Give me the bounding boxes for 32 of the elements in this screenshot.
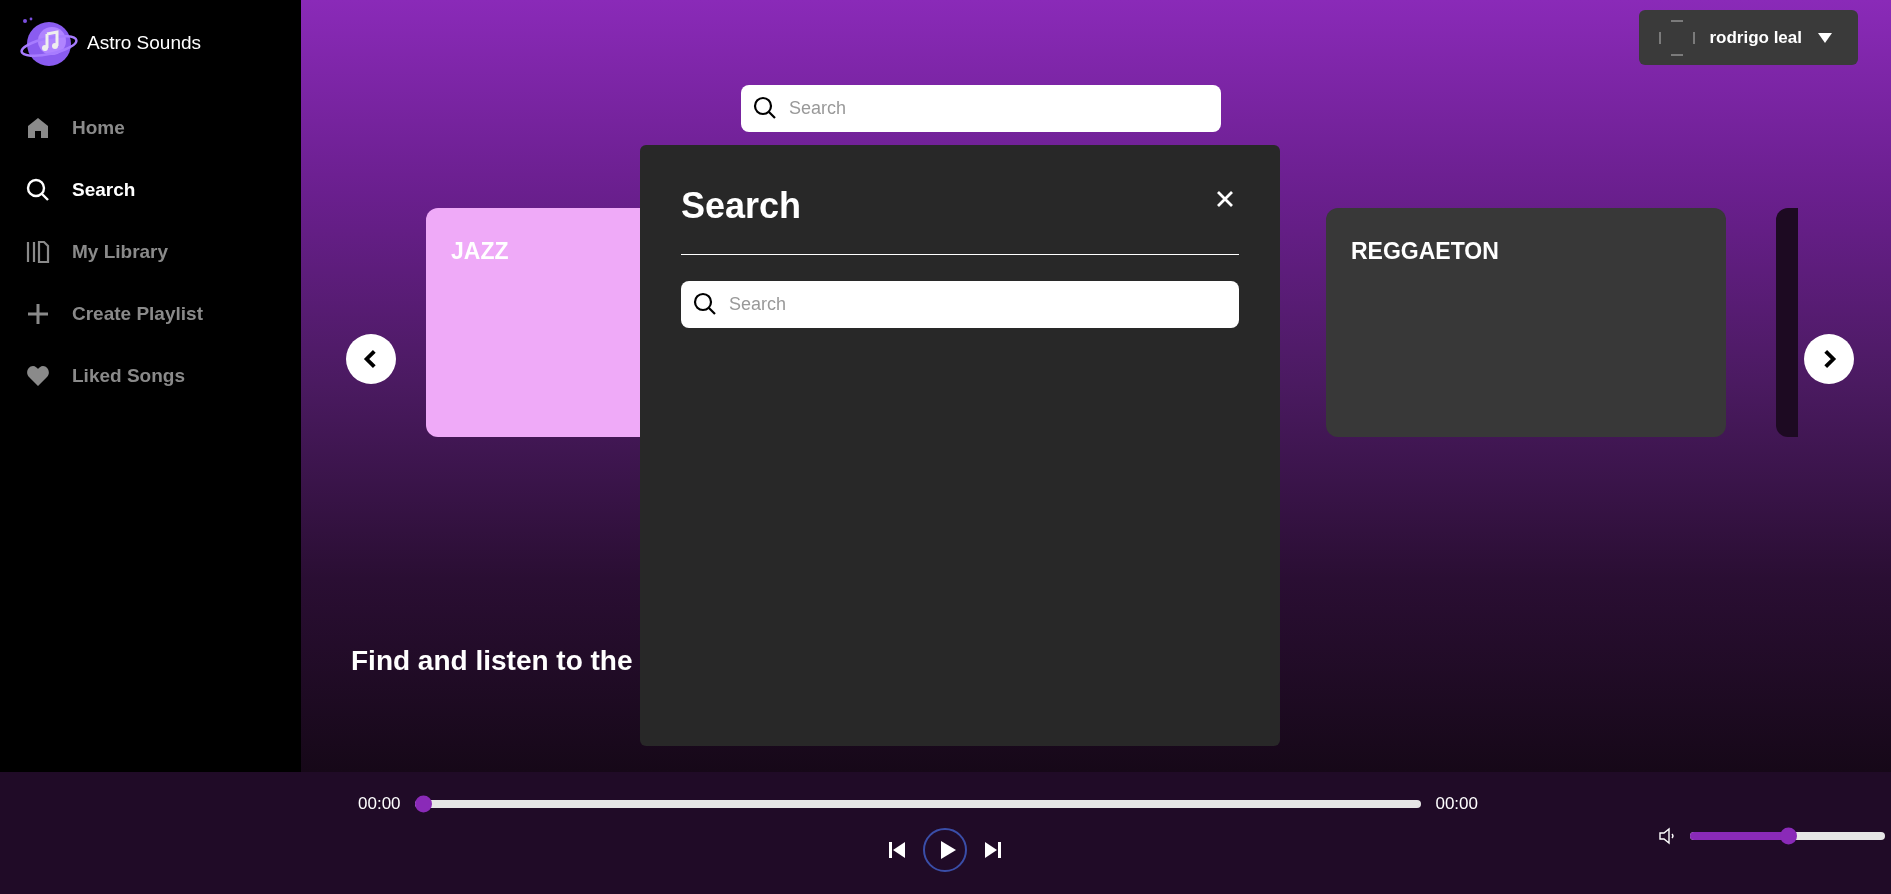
elapsed-time: 00:00 xyxy=(358,794,401,814)
search-field[interactable]: Search xyxy=(741,85,1221,132)
search-field[interactable]: Search xyxy=(681,281,1239,328)
sidebar-item[interactable]: Home xyxy=(0,97,151,159)
app-name: Astro Sounds xyxy=(87,32,202,54)
tagline: Find and listen to the xyxy=(351,645,634,677)
genre-card[interactable]: REGGAETON xyxy=(1326,208,1726,437)
library-icon xyxy=(26,240,50,264)
caret-icon xyxy=(1818,32,1832,43)
previous-track-button[interactable] xyxy=(887,840,907,860)
next-track-button[interactable] xyxy=(983,840,1003,860)
volume-slider[interactable] xyxy=(1690,827,1885,845)
next-button[interactable] xyxy=(1804,334,1854,384)
sidebar-item[interactable]: My Library xyxy=(0,221,195,283)
sidebar-item[interactable]: Liked Songs xyxy=(0,345,211,407)
search-icon xyxy=(26,178,50,202)
search-icon xyxy=(693,292,717,316)
search-icon xyxy=(753,96,777,120)
sidebar-item[interactable]: Search xyxy=(0,159,162,221)
duration-time: 00:00 xyxy=(1435,794,1478,814)
progress-slider[interactable] xyxy=(414,795,1422,813)
close-icon xyxy=(1215,188,1235,209)
play-button[interactable] xyxy=(923,828,967,872)
user-menu-button[interactable]: rodrigo leal xyxy=(1639,10,1858,65)
home-icon xyxy=(26,116,50,140)
skip-forward-icon xyxy=(983,840,1003,860)
plus-icon xyxy=(26,302,50,326)
heart-icon xyxy=(26,364,50,388)
sidebar-item[interactable]: Create Playlist xyxy=(0,283,229,345)
previous-button[interactable] xyxy=(346,334,396,384)
skip-back-icon xyxy=(887,840,907,860)
avatar-icon xyxy=(1659,19,1696,56)
